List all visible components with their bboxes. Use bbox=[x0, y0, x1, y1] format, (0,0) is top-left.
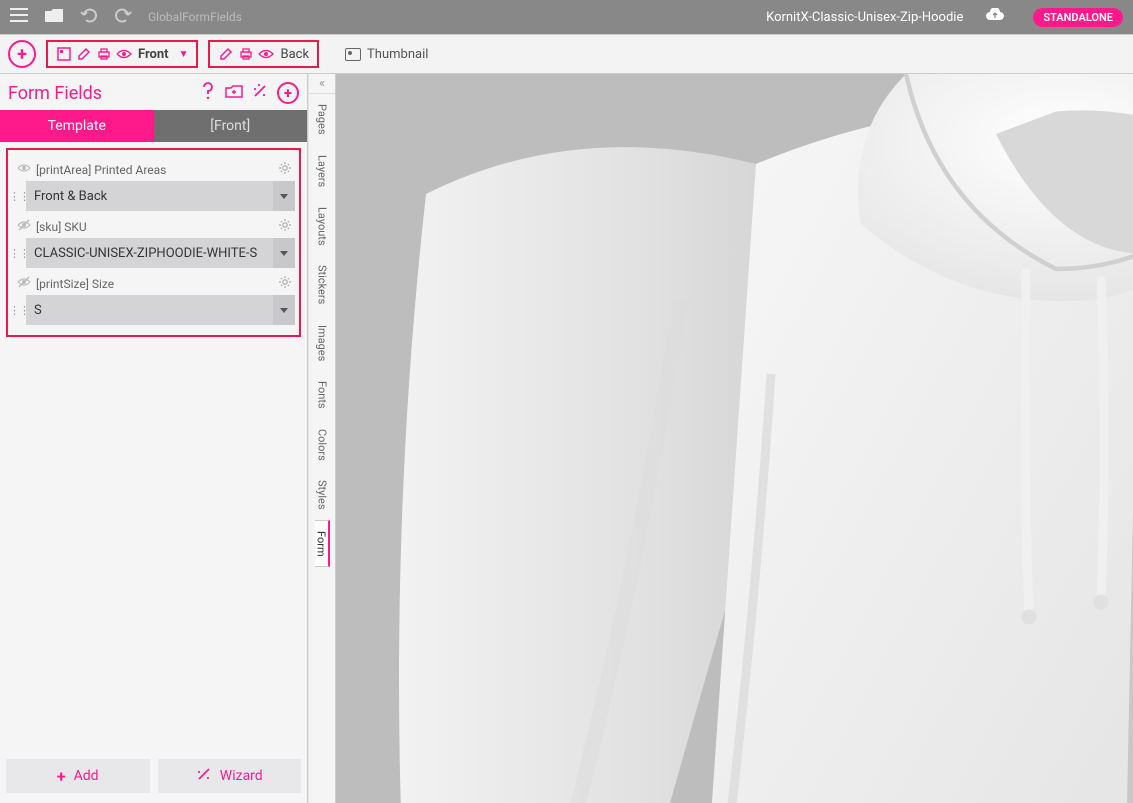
folder-add-icon[interactable] bbox=[225, 82, 243, 100]
chevron-down-icon: ▼ bbox=[179, 49, 189, 60]
drag-handle-icon[interactable]: ⋮⋮ bbox=[12, 181, 26, 211]
gear-icon[interactable] bbox=[279, 162, 291, 177]
field-value: CLASSIC-UNISEX-ZIPHOODIE-WHITE-S bbox=[34, 246, 265, 261]
undo-icon[interactable] bbox=[80, 7, 98, 27]
eye-icon bbox=[116, 46, 132, 62]
add-page-button[interactable]: + bbox=[8, 40, 36, 68]
add-label: Add bbox=[74, 768, 99, 784]
breadcrumb: GlobalFormFields bbox=[148, 10, 242, 24]
wizard-label: Wizard bbox=[220, 768, 263, 784]
image-icon bbox=[345, 48, 361, 61]
product-preview bbox=[396, 74, 1133, 803]
redo-icon[interactable] bbox=[114, 7, 132, 27]
tab-front-label: Front bbox=[138, 47, 169, 62]
gear-icon[interactable] bbox=[279, 219, 291, 234]
print-icon bbox=[238, 46, 254, 62]
vtab-pages[interactable]: Pages bbox=[316, 94, 329, 145]
visibility-icon[interactable] bbox=[16, 219, 32, 234]
tab-back[interactable]: Back bbox=[208, 40, 319, 68]
vtab-form[interactable]: Form bbox=[315, 520, 330, 568]
hamburger-icon[interactable] bbox=[10, 8, 28, 26]
design-canvas[interactable] bbox=[336, 74, 1133, 803]
field-0: [printArea] Printed Areas ⋮⋮ Front & Back bbox=[12, 160, 295, 211]
panel-title: Form Fields bbox=[8, 83, 199, 104]
add-field-button[interactable]: + bbox=[277, 82, 299, 104]
project-name: KornitX-Classic-Unisex-Zip-Hoodie bbox=[766, 10, 963, 25]
visibility-icon[interactable] bbox=[16, 162, 32, 177]
chevron-down-icon[interactable] bbox=[273, 181, 295, 211]
vtab-images[interactable]: Images bbox=[316, 315, 329, 371]
field-label: [printArea] Printed Areas bbox=[36, 163, 279, 177]
field-label: [printSize] Size bbox=[36, 277, 279, 291]
wizard-button[interactable]: Wizard bbox=[158, 759, 302, 793]
plus-icon: + bbox=[57, 767, 66, 786]
chevron-down-icon[interactable] bbox=[273, 295, 295, 325]
wand-icon bbox=[196, 766, 212, 786]
print-icon bbox=[96, 46, 112, 62]
vtab-stickers[interactable]: Stickers bbox=[316, 255, 329, 314]
vtab-colors[interactable]: Colors bbox=[316, 419, 329, 471]
standalone-badge: STANDALONE bbox=[1033, 8, 1123, 27]
thumbnail-label: Thumbnail bbox=[367, 47, 428, 62]
chevron-down-icon[interactable] bbox=[273, 238, 295, 268]
thumbnail-button[interactable]: Thumbnail bbox=[345, 47, 428, 62]
field-select[interactable]: CLASSIC-UNISEX-ZIPHOODIE-WHITE-S bbox=[26, 238, 273, 268]
add-button[interactable]: + Add bbox=[6, 759, 150, 793]
drag-handle-icon[interactable]: ⋮⋮ bbox=[12, 238, 26, 268]
wand-icon[interactable] bbox=[251, 82, 269, 100]
gear-icon[interactable] bbox=[279, 276, 291, 291]
eye-icon bbox=[258, 46, 274, 62]
edit-icon bbox=[76, 46, 92, 62]
vtab-layouts[interactable]: Layouts bbox=[316, 197, 329, 256]
field-select[interactable]: S bbox=[26, 295, 273, 325]
layout-icon bbox=[56, 46, 72, 62]
tab-front[interactable]: Front ▼ bbox=[46, 40, 198, 68]
help-icon[interactable] bbox=[199, 82, 217, 100]
collapse-panel-icon[interactable]: « bbox=[309, 74, 335, 94]
vtab-layers[interactable]: Layers bbox=[316, 145, 329, 197]
field-value: Front & Back bbox=[34, 189, 265, 204]
field-2: [printSize] Size ⋮⋮ S bbox=[12, 274, 295, 325]
drag-handle-icon[interactable]: ⋮⋮ bbox=[12, 295, 26, 325]
cloud-icon[interactable] bbox=[985, 8, 1005, 26]
folder-icon[interactable] bbox=[44, 8, 64, 27]
tab-template[interactable]: Template bbox=[0, 110, 154, 142]
field-1: [sku] SKU ⋮⋮ CLASSIC-UNISEX-ZIPHOODIE-WHIT… bbox=[12, 217, 295, 268]
tab-back-label: Back bbox=[280, 47, 309, 62]
field-select[interactable]: Front & Back bbox=[26, 181, 273, 211]
edit-icon bbox=[218, 46, 234, 62]
vtab-styles[interactable]: Styles bbox=[316, 470, 329, 520]
field-label: [sku] SKU bbox=[36, 220, 279, 234]
visibility-icon[interactable] bbox=[16, 276, 32, 291]
tab-front-panel[interactable]: [Front] bbox=[154, 110, 308, 142]
vtab-fonts[interactable]: Fonts bbox=[316, 371, 329, 419]
field-value: S bbox=[34, 303, 265, 318]
